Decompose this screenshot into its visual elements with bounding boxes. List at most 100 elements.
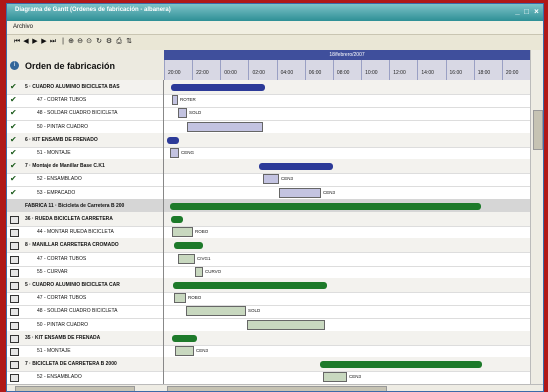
task-bar[interactable] [178, 253, 195, 264]
task-bar[interactable] [187, 121, 263, 132]
document-icon [10, 282, 19, 290]
row-label: 52 - ENSAMBLADO [37, 176, 82, 183]
check-icon: ✔ [10, 148, 17, 157]
document-icon [10, 242, 19, 251]
task-resource-label: CEN3 [281, 176, 294, 182]
last-icon[interactable]: ⏭ [49, 38, 57, 46]
print-icon[interactable]: ⎙ [115, 38, 123, 46]
vertical-scroll-thumb[interactable] [533, 110, 543, 150]
menu-archivo[interactable]: Archivo [13, 24, 33, 30]
row-label: 47 - CORTAR TUBOS [37, 295, 87, 302]
check-icon: ✔ [10, 95, 17, 105]
task-bar[interactable] [279, 187, 321, 198]
summary-bar[interactable] [171, 84, 265, 91]
window-title: Diagrama de Gantt (Ordenes de fabricació… [15, 7, 171, 13]
check-icon: ✔ [10, 121, 17, 131]
row-label: 53 - EMPACADO [37, 189, 76, 196]
check-icon: ✔ [10, 161, 17, 171]
row-label: 50 - PINTAR CUADRO [37, 321, 89, 328]
timeline-hour-label: 08:00 [336, 70, 350, 76]
task-resource-label: CEN3 [349, 374, 362, 380]
toolbar: ⏮ ◀ ▶ ▶ ⏭ | ⊕ ⊖ ⊙ ↻ ⚙ ⎙ ⇅ [7, 35, 543, 51]
sort-icon[interactable]: ⇅ [125, 38, 133, 46]
task-bar[interactable] [170, 148, 179, 158]
document-icon [10, 308, 19, 317]
task-bar[interactable] [175, 346, 194, 356]
task-resource-label: SOLD [189, 110, 202, 116]
close-button[interactable]: × [533, 8, 540, 16]
timeline-hour-label: 10:00 [365, 70, 378, 76]
summary-bar[interactable] [171, 216, 183, 223]
summary-bar[interactable] [167, 136, 179, 144]
maximize-button[interactable]: □ [523, 8, 530, 16]
summary-bar[interactable] [172, 334, 197, 342]
row-label: 7 · Montaje de Manillar Base C.K1 [25, 163, 105, 170]
timeline-hour-label: 04:00 [280, 70, 294, 76]
document-icon [10, 216, 19, 224]
task-bar[interactable] [172, 227, 193, 238]
table-row[interactable]: 52 - ENSAMBLADO CEN3 [7, 370, 530, 384]
column-header-label: Orden de fabricación [25, 61, 116, 71]
document-icon [10, 321, 19, 330]
task-bar[interactable] [186, 306, 246, 317]
info-icon[interactable]: i [10, 61, 19, 70]
zoom-out-icon[interactable]: ⊖ [76, 38, 84, 46]
task-resource-label: ROTER [180, 97, 196, 103]
task-resource-label: CEN3 [323, 189, 336, 195]
timeline-tick [417, 60, 419, 80]
summary-bar[interactable] [174, 242, 203, 250]
summary-bar[interactable] [320, 361, 482, 369]
menu-bar: Archivo [7, 21, 543, 35]
summary-bar[interactable] [173, 282, 327, 289]
gantt-grid: i Orden de fabricación 18/febrero/2007 2… [7, 50, 543, 384]
refresh-icon[interactable]: ↻ [95, 38, 103, 46]
document-icon [10, 295, 19, 304]
timeline-hour-label: 20:00 [168, 70, 181, 76]
timeline-hour-label: 00:00 [224, 70, 237, 76]
task-bar[interactable] [323, 372, 347, 383]
row-label: 35 · KIT ENSAMB DE FRENADA [25, 334, 101, 341]
row-label: 47 - CORTAR TUBOS [37, 255, 87, 262]
timeline-tick [389, 60, 391, 80]
minimize-button[interactable]: _ [514, 8, 521, 16]
next-icon[interactable]: ▶ [40, 38, 48, 46]
task-bar[interactable] [178, 108, 187, 119]
task-bar[interactable] [195, 266, 203, 277]
task-resource-label: ROBO [188, 295, 202, 301]
zoom-in-icon[interactable]: ⊕ [67, 38, 75, 46]
row-label: FABRICA 11 · Bicicleta de Carretera B 20… [25, 202, 125, 209]
row-label: 48 - SOLDAR CUADRO BICICLETA [37, 308, 118, 315]
timeline-tick [361, 60, 363, 80]
first-icon[interactable]: ⏮ [13, 38, 21, 46]
vertical-scrollbar[interactable] [530, 50, 543, 384]
task-bar[interactable] [172, 95, 178, 106]
summary-bar[interactable] [170, 202, 481, 210]
timeline-tick [276, 60, 278, 80]
horizontal-scrollbar[interactable] [7, 384, 543, 391]
summary-bar[interactable] [259, 163, 333, 171]
row-label: 51 - MONTAJE [37, 348, 71, 354]
task-bar[interactable] [263, 174, 279, 185]
task-resource-label: CENG [181, 150, 195, 155]
left-scroll-thumb[interactable] [15, 386, 135, 391]
task-bar[interactable] [174, 293, 186, 304]
right-scroll-thumb[interactable] [167, 386, 387, 391]
row-label: 6 · KIT ENSAMB DE FRENADO [25, 136, 98, 143]
row-label: 51 - MONTAJE [37, 150, 71, 156]
timeline-hour-label: 16:00 [449, 70, 463, 76]
settings-icon[interactable]: ⚙ [105, 38, 113, 46]
task-bar[interactable] [247, 319, 325, 330]
row-label: 7 · BICICLETA DE CARRETERA B 2000 [25, 361, 117, 368]
row-label: 44 - MONTAR RUEDA BICICLETA [37, 229, 114, 236]
row-label: 5 · CUADRO ALUMINIO BICICLETA CAR [25, 282, 120, 288]
prev-icon[interactable]: ◀ [22, 38, 30, 46]
timeline-hour-scale: 20:00 22:00 00:00 02:00 04:00 06:00 08:00 10:00… [164, 60, 530, 80]
row-label: 47 - CORTAR TUBOS [37, 97, 87, 104]
gantt-rows: ✔ 5 · CUADRO ALUMINIO BICICLETA BAS ✔ 47 - … [7, 80, 530, 384]
document-icon [10, 334, 19, 343]
play-icon[interactable]: ▶ [31, 38, 39, 46]
check-icon: ✔ [10, 82, 17, 91]
timeline-tick [473, 60, 475, 80]
zoom-fit-icon[interactable]: ⊙ [85, 38, 93, 46]
task-resource-label: SOLD [248, 308, 261, 314]
